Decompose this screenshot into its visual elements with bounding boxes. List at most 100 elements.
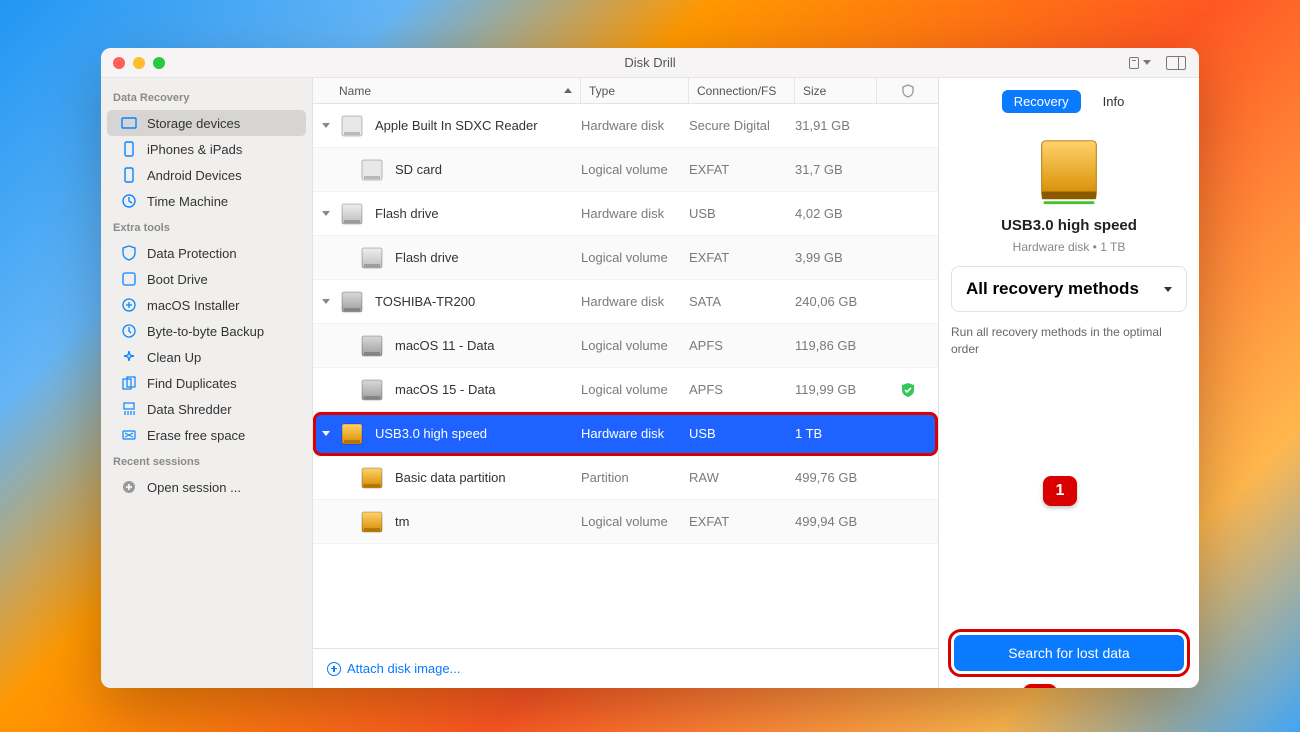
col-name[interactable]: Name [313, 78, 581, 103]
row-name: Flash drive [375, 206, 439, 221]
panel-tabs: Recovery Info [951, 90, 1187, 113]
shield-check-icon [900, 382, 916, 398]
row-name: Basic data partition [395, 470, 506, 485]
drive-icon [359, 465, 385, 491]
maximize-button[interactable] [153, 57, 165, 69]
table-row[interactable]: TOSHIBA-TR200Hardware diskSATA240,06 GB [313, 280, 938, 324]
sidebar-item-data-shredder[interactable]: Data Shredder [107, 396, 306, 422]
row-name: tm [395, 514, 409, 529]
expand-toggle[interactable] [313, 431, 339, 436]
table-row[interactable]: SD cardLogical volumeEXFAT31,7 GB [313, 148, 938, 192]
view-mode-button[interactable] [1129, 54, 1151, 72]
duplicates-icon [121, 375, 137, 391]
drive-icon [359, 333, 385, 359]
minimize-button[interactable] [133, 57, 145, 69]
sidebar-item-label: Byte-to-byte Backup [147, 324, 264, 339]
recovery-method-dropdown[interactable]: All recovery methods [951, 266, 1187, 312]
chevron-down-icon [1143, 60, 1151, 65]
sidebar-item-label: Data Shredder [147, 402, 232, 417]
col-type[interactable]: Type [581, 78, 689, 103]
boot-icon [121, 271, 137, 287]
callout-badge-1: 1 [1043, 476, 1077, 506]
column-headers: Name Type Connection/FS Size [313, 78, 938, 104]
drive-icon [339, 289, 365, 315]
table-row[interactable]: macOS 15 - DataLogical volumeAPFS119,99 … [313, 368, 938, 412]
recovery-method-desc: Run all recovery methods in the optimal … [951, 324, 1187, 358]
col-connection[interactable]: Connection/FS [689, 78, 795, 103]
selected-drive-name: USB3.0 high speed [1001, 217, 1137, 234]
col-shield[interactable] [877, 78, 938, 103]
sidebar-item-time-machine[interactable]: Time Machine [107, 188, 306, 214]
row-connection: USB [689, 206, 795, 221]
chevron-down-icon [322, 431, 330, 436]
tab-info[interactable]: Info [1091, 90, 1137, 113]
chevron-down-icon [322, 211, 330, 216]
sidebar-item-clean-up[interactable]: Clean Up [107, 344, 306, 370]
sidebar-item-data-protection[interactable]: Data Protection [107, 240, 306, 266]
sidebar-item-android[interactable]: Android Devices [107, 162, 306, 188]
row-name: SD card [395, 162, 442, 177]
drive-icon [339, 421, 365, 447]
drive-icon [339, 113, 365, 139]
selected-drive-sub: Hardware disk • 1 TB [1013, 240, 1126, 254]
sidebar-item-label: Clean Up [147, 350, 201, 365]
table-row[interactable]: Basic data partitionPartitionRAW499,76 G… [313, 456, 938, 500]
row-connection: SATA [689, 294, 795, 309]
sparkle-icon [121, 349, 137, 365]
sidebar-item-boot-drive[interactable]: Boot Drive [107, 266, 306, 292]
row-size: 240,06 GB [795, 294, 877, 309]
table-row[interactable]: Flash driveLogical volumeEXFAT3,99 GB [313, 236, 938, 280]
row-type: Logical volume [581, 162, 689, 177]
sort-asc-icon [564, 88, 572, 93]
sidebar-item-label: macOS Installer [147, 298, 239, 313]
row-size: 3,99 GB [795, 250, 877, 265]
sidebar-item-label: Find Duplicates [147, 376, 237, 391]
android-icon [121, 167, 137, 183]
search-for-lost-data-button[interactable]: Search for lost data [954, 635, 1184, 671]
sidebar-item-label: Erase free space [147, 428, 245, 443]
row-size: 499,94 GB [795, 514, 877, 529]
row-type: Partition [581, 470, 689, 485]
sidebar-item-iphones[interactable]: iPhones & iPads [107, 136, 306, 162]
sidebar-item-byte-backup[interactable]: Byte-to-byte Backup [107, 318, 306, 344]
expand-toggle[interactable] [313, 299, 339, 304]
sidebar-item-label: iPhones & iPads [147, 142, 242, 157]
list-icon [1129, 57, 1139, 69]
row-name: macOS 11 - Data [395, 338, 494, 353]
callout-badge-2: 2 [1023, 684, 1057, 688]
clock-icon [121, 193, 137, 209]
tab-recovery[interactable]: Recovery [1002, 90, 1081, 113]
row-size: 499,76 GB [795, 470, 877, 485]
table-row[interactable]: tmLogical volumeEXFAT499,94 GB [313, 500, 938, 544]
details-panel: Recovery Info USB3.0 high speed Hardware… [939, 78, 1199, 688]
sidebar-item-label: Storage devices [147, 116, 240, 131]
table-row[interactable]: Flash driveHardware diskUSB4,02 GB [313, 192, 938, 236]
attach-disk-image-link[interactable]: Attach disk image... [327, 661, 460, 676]
row-size: 119,86 GB [795, 338, 877, 353]
list-footer: Attach disk image... [313, 648, 938, 688]
table-row[interactable]: USB3.0 high speedHardware diskUSB1 TB [313, 412, 938, 456]
sidebar-item-find-duplicates[interactable]: Find Duplicates [107, 370, 306, 396]
sidebar-item-storage-devices[interactable]: Storage devices [107, 110, 306, 136]
drive-icon-large [1030, 133, 1108, 211]
close-button[interactable] [113, 57, 125, 69]
table-row[interactable]: Apple Built In SDXC ReaderHardware diskS… [313, 104, 938, 148]
device-list: Name Type Connection/FS Size Apple Built… [313, 78, 939, 688]
row-type: Hardware disk [581, 426, 689, 441]
sidebar: Data Recovery Storage devices iPhones & … [101, 78, 313, 688]
sidebar-section-data-recovery: Data Recovery [101, 84, 312, 110]
sidebar-item-macos-installer[interactable]: macOS Installer [107, 292, 306, 318]
row-type: Logical volume [581, 514, 689, 529]
installer-icon [121, 297, 137, 313]
expand-toggle[interactable] [313, 123, 339, 128]
table-row[interactable]: macOS 11 - DataLogical volumeAPFS119,86 … [313, 324, 938, 368]
sidebar-item-erase-free-space[interactable]: Erase free space [107, 422, 306, 448]
panel-icon [1166, 56, 1186, 70]
drive-icon [359, 509, 385, 535]
expand-toggle[interactable] [313, 211, 339, 216]
storage-icon [121, 115, 137, 131]
col-size[interactable]: Size [795, 78, 877, 103]
drive-icon [359, 377, 385, 403]
sidebar-item-open-session[interactable]: Open session ... [107, 474, 306, 500]
toggle-panel-button[interactable] [1165, 54, 1187, 72]
